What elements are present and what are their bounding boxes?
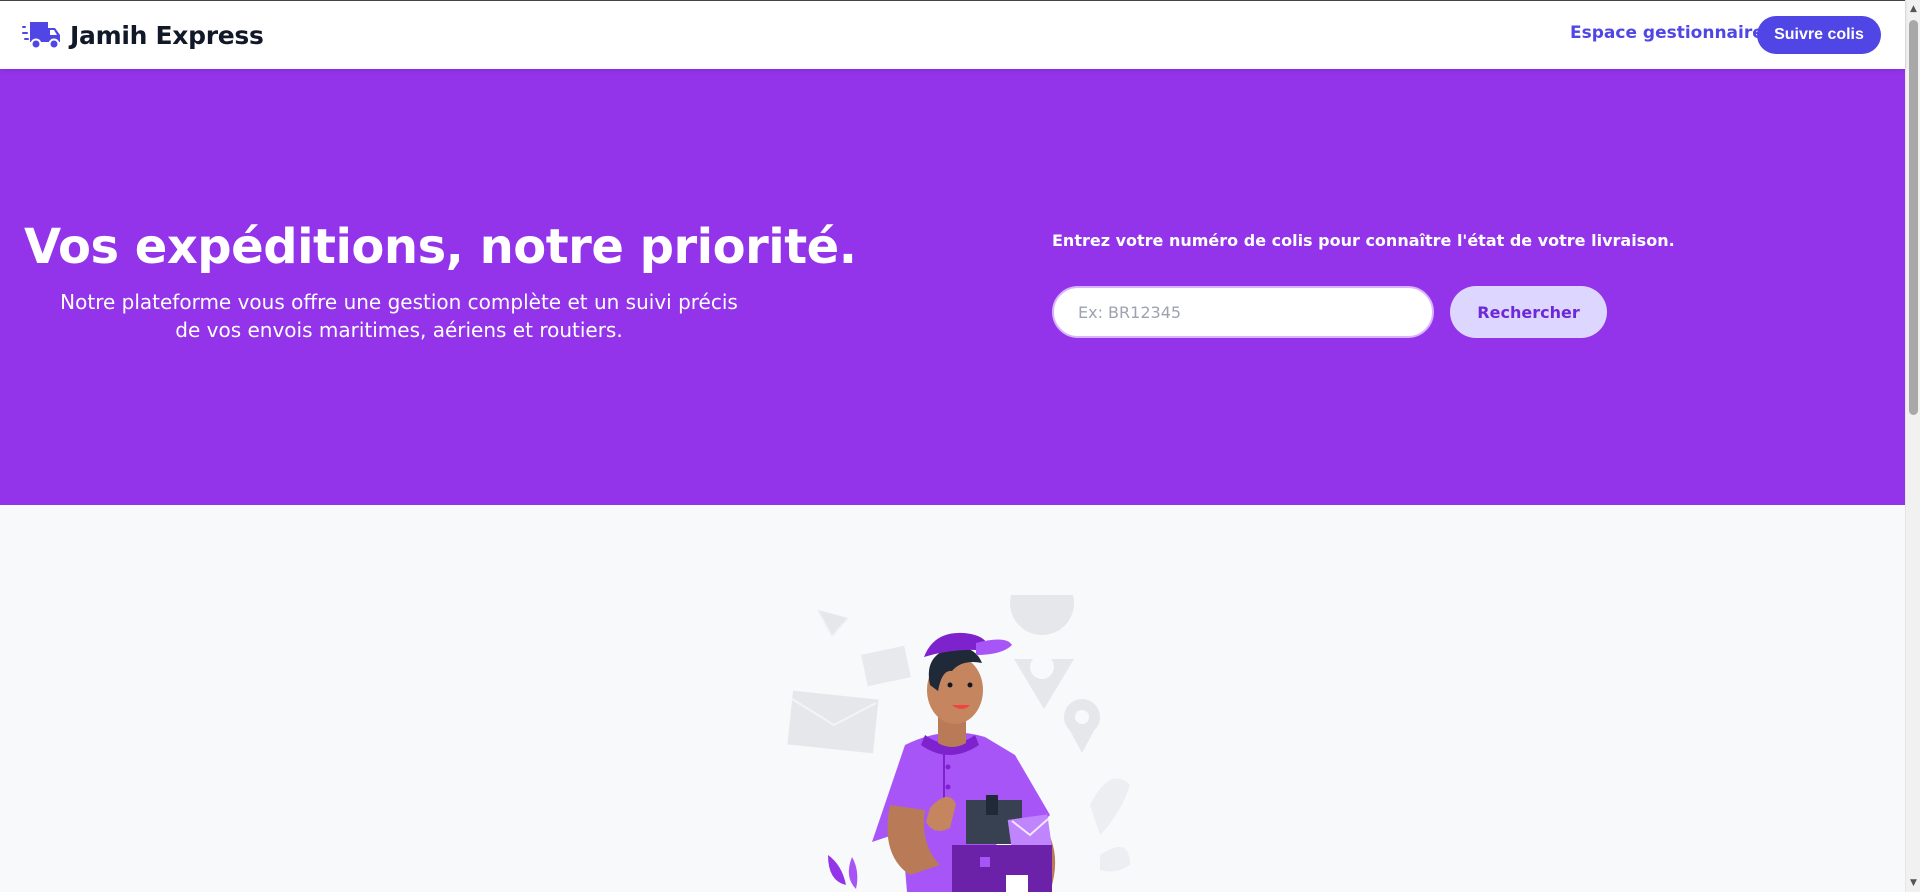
manager-space-link[interactable]: Espace gestionnaire	[1570, 23, 1764, 43]
hero-subtitle: Notre plateforme vous offre une gestion …	[60, 290, 738, 342]
brand-name: Jamih Express	[70, 20, 264, 50]
scroll-up-icon[interactable]: ▲	[1906, 2, 1920, 16]
track-parcel-button[interactable]: Suivre colis	[1757, 16, 1881, 54]
tracking-instructions: Entrez votre numéro de colis pour connaî…	[1052, 231, 1675, 250]
search-button[interactable]: Rechercher	[1450, 286, 1607, 338]
scrollbar-thumb[interactable]	[1909, 20, 1918, 415]
hero-title: Vos expéditions, notre priorité.	[24, 219, 857, 275]
top-navbar: Jamih Express Espace gestionnaire Suivre…	[0, 0, 1905, 69]
hero-section: Vos expéditions, notre priorité. Notre p…	[0, 69, 1905, 505]
page-scrollbar[interactable]: ▲ ▼	[1905, 0, 1920, 892]
scroll-down-icon[interactable]: ▼	[1906, 876, 1920, 890]
truck-icon	[22, 22, 60, 50]
delivery-man-icon	[787, 595, 1130, 892]
brand-logo[interactable]: Jamih Express	[22, 17, 264, 53]
tracking-number-input[interactable]	[1052, 286, 1434, 338]
